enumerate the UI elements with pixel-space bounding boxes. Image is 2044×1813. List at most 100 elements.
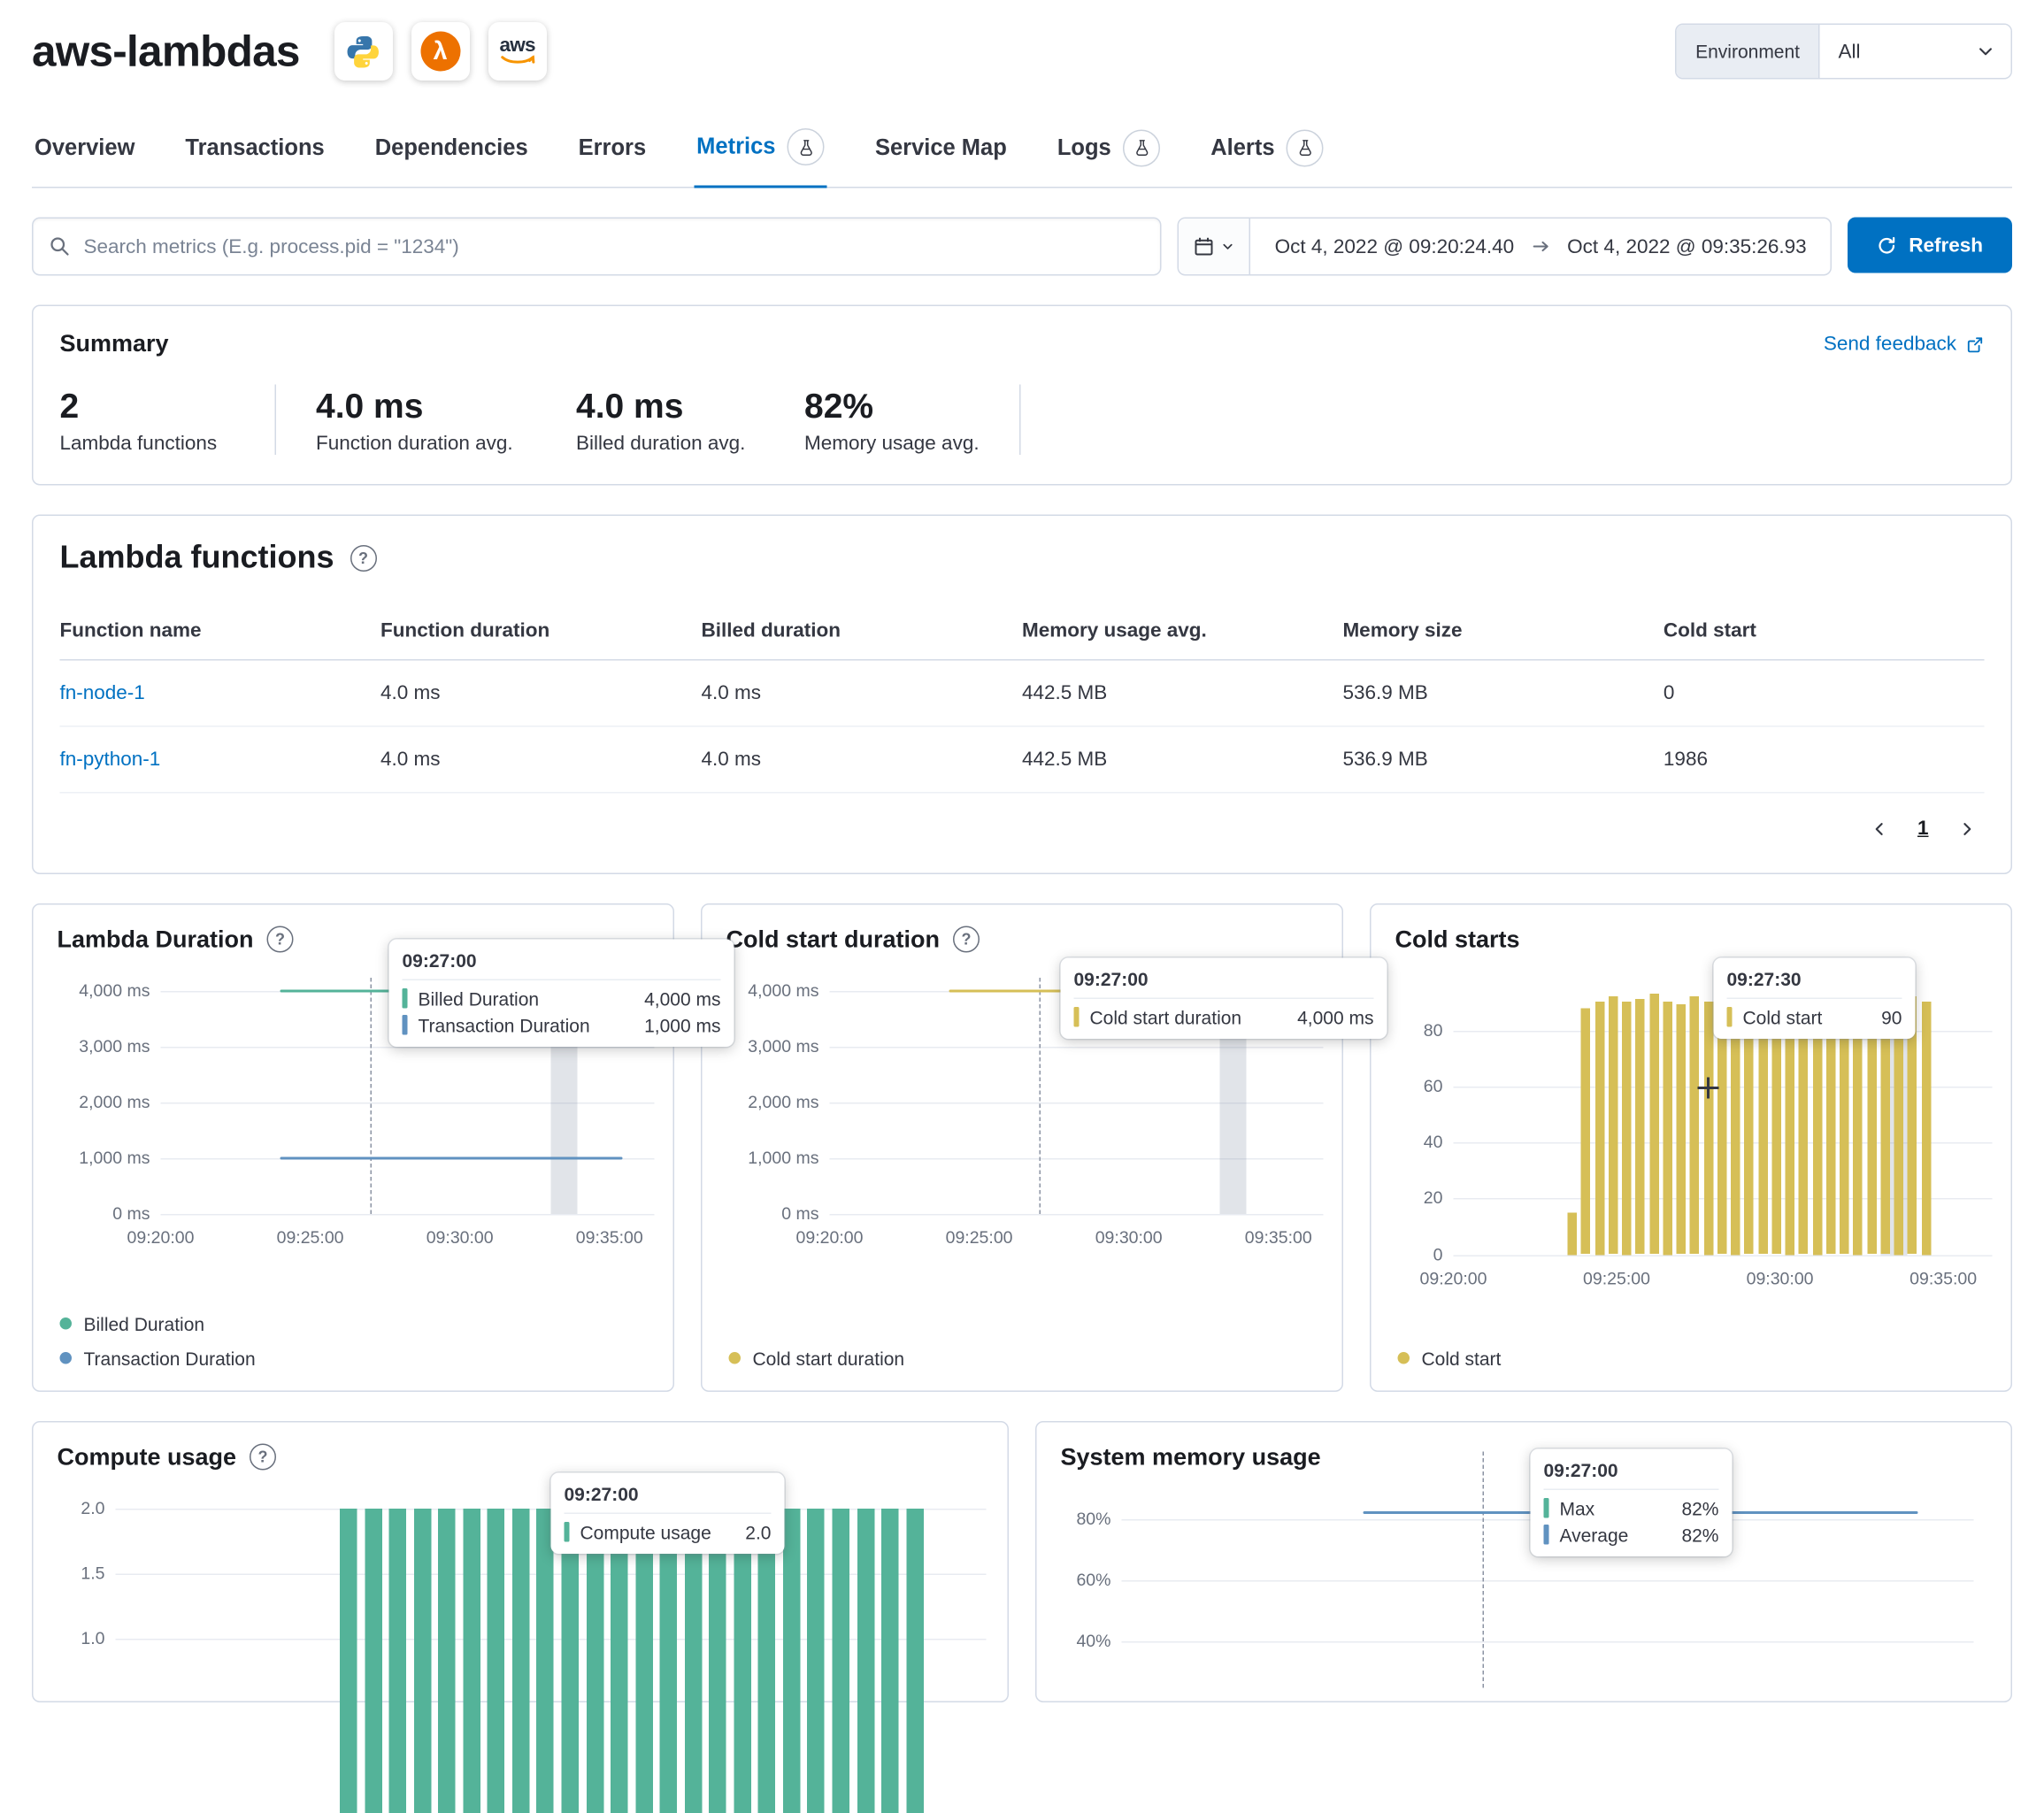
date-end[interactable]: Oct 4, 2022 @ 09:35:26.93 — [1567, 235, 1807, 258]
legend-dot — [729, 1352, 742, 1364]
cell-memory-size: 536.9 MB — [1342, 659, 1663, 726]
ytick: 0 ms — [50, 1202, 150, 1224]
vbar — [1690, 996, 1700, 1255]
vbar — [1703, 1003, 1713, 1255]
column-header: Cold start — [1664, 603, 1985, 659]
python-icon — [334, 22, 393, 81]
series-color-bar — [1544, 1498, 1549, 1518]
tech-preview-beaker-icon — [1287, 129, 1324, 166]
send-feedback-link[interactable]: Send feedback — [1824, 333, 1985, 356]
vbar — [1568, 1212, 1578, 1255]
external-link-icon — [1966, 334, 1985, 353]
ytick: 20 — [1393, 1187, 1443, 1209]
vbar — [1609, 996, 1618, 1255]
help-icon[interactable] — [350, 544, 377, 571]
tab-alerts[interactable]: Alerts — [1208, 118, 1326, 187]
tab-dependencies[interactable]: Dependencies — [373, 118, 531, 187]
vbar — [685, 1508, 703, 1813]
date-quick-select-button[interactable] — [1180, 219, 1251, 274]
lambda-glyph: λ — [420, 32, 460, 72]
page-number[interactable]: 1 — [1904, 812, 1942, 846]
ytick: 60 — [1393, 1076, 1443, 1097]
ytick: 4,000 ms — [50, 979, 150, 1001]
vbar — [488, 1508, 505, 1813]
vbar — [734, 1508, 751, 1813]
chart-legend: Cold start — [1398, 1348, 1502, 1369]
vbar — [1758, 1005, 1768, 1255]
legend-item[interactable]: Cold start — [1398, 1348, 1502, 1369]
vbar — [1922, 1003, 1932, 1255]
date-picker: Oct 4, 2022 @ 09:20:24.40 Oct 4, 2022 @ … — [1178, 218, 1832, 276]
function-link[interactable]: fn-python-1 — [60, 748, 161, 771]
vbar — [512, 1508, 530, 1813]
ytick: 3,000 ms — [50, 1035, 150, 1056]
divider — [1019, 385, 1021, 455]
series-color-bar — [1544, 1525, 1549, 1545]
bottom-charts-row: Compute usage 09:27:00 Compute usage 2.0… — [32, 1420, 2012, 1702]
tooltip-row: Average 82% — [1544, 1524, 1719, 1545]
lambda-functions-table: Function name Function duration Billed d… — [60, 603, 1985, 793]
help-icon[interactable] — [953, 926, 980, 953]
dashline — [1483, 1451, 1485, 1687]
help-icon[interactable] — [267, 926, 294, 953]
date-start[interactable]: Oct 4, 2022 @ 09:20:24.40 — [1275, 235, 1515, 258]
legend-item[interactable]: Billed Duration — [60, 1313, 256, 1334]
tab-errors[interactable]: Errors — [576, 118, 649, 187]
chart-tooltip: 09:27:00 Max 82% Average 82% — [1531, 1448, 1733, 1556]
vbar — [808, 1508, 826, 1813]
vbar — [906, 1508, 924, 1813]
previous-page-button[interactable] — [1862, 811, 1896, 846]
series-color-bar — [403, 1015, 408, 1035]
tooltip-time: 09:27:30 — [1727, 968, 1902, 999]
summary-stat: 4.0 ms Function duration avg. — [316, 385, 576, 455]
help-icon[interactable] — [250, 1444, 276, 1471]
xtick: 09:30:00 — [1727, 1268, 1833, 1288]
series-line — [280, 1156, 623, 1159]
ytick: 2.0 — [52, 1497, 105, 1518]
search-input[interactable]: Search metrics (E.g. process.pid = "1234… — [32, 218, 1162, 276]
tab-transactions[interactable]: Transactions — [182, 118, 327, 187]
next-page-button[interactable] — [1950, 811, 1985, 846]
gridline — [161, 1046, 655, 1048]
tab-logs[interactable]: Logs — [1055, 118, 1163, 187]
xtick: 09:25:00 — [926, 1226, 1033, 1247]
tooltip-time: 09:27:00 — [1544, 1459, 1719, 1490]
chart-legend: Billed Duration Transaction Duration — [60, 1313, 256, 1369]
column-header: Memory size — [1342, 603, 1663, 659]
series-color-bar — [565, 1522, 570, 1542]
vbar — [1894, 1003, 1904, 1255]
legend-item[interactable]: Cold start duration — [729, 1348, 905, 1369]
vbar — [1812, 1003, 1822, 1255]
vbar — [635, 1508, 653, 1813]
gridline — [1122, 1640, 1974, 1642]
function-link[interactable]: fn-node-1 — [60, 681, 145, 704]
chevron-right-icon — [1958, 819, 1977, 838]
chart-tooltip: 09:27:00 Billed Duration 4,000 ms Transa… — [389, 939, 734, 1047]
vbar — [783, 1508, 801, 1813]
summary-panel: Summary Send feedback 2 Lambda functions… — [32, 305, 2012, 485]
stat-label: Function duration avg. — [316, 432, 536, 455]
tech-preview-beaker-icon — [788, 128, 825, 165]
ytick: 1,000 ms — [718, 1147, 819, 1168]
legend-item[interactable]: Transaction Duration — [60, 1348, 256, 1369]
environment-select[interactable]: Environment All — [1676, 24, 2012, 80]
lambda-duration-chart: Lambda Duration 09:27:00 Billed Duration… — [32, 903, 674, 1391]
tooltip-row: Cold start duration 4,000 ms — [1074, 1006, 1374, 1027]
system-memory-usage-chart: System memory usage 09:27:00 Max 82% Ave… — [1035, 1420, 2012, 1702]
vbar — [611, 1508, 628, 1813]
tab-service-map[interactable]: Service Map — [872, 118, 1010, 187]
tab-overview[interactable]: Overview — [32, 118, 137, 187]
gridline — [830, 1046, 1324, 1048]
tab-metrics[interactable]: Metrics — [694, 118, 827, 188]
vbar — [709, 1508, 726, 1813]
divider — [275, 385, 277, 455]
page-header: aws-lambdas λ aws Environment All — [32, 19, 2012, 83]
tooltip-row: Transaction Duration 1,000 ms — [403, 1014, 721, 1035]
ytick: 0 ms — [718, 1202, 819, 1224]
gridline — [830, 1102, 1324, 1103]
stat-label: Lambda functions — [60, 432, 235, 455]
refresh-button[interactable]: Refresh — [1848, 218, 2012, 273]
gridline — [1454, 1255, 1993, 1256]
column-header: Memory usage avg. — [1022, 603, 1342, 659]
gridline — [161, 1213, 655, 1215]
